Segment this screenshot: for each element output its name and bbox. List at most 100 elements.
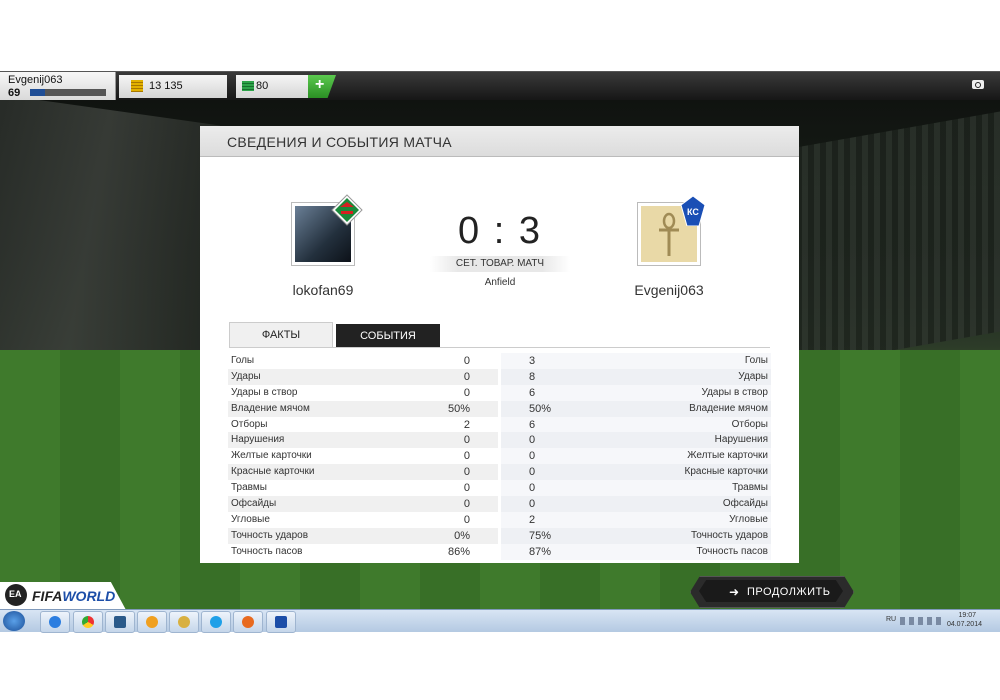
stat-value-home: 0 (463, 498, 470, 511)
stat-value-home: 0 (463, 466, 470, 479)
coins-value: 13 135 (149, 80, 183, 92)
camera-icon[interactable] (972, 80, 984, 89)
stat-label-home: Отборы (231, 418, 268, 430)
tray-date[interactable]: 04.07.2014 (947, 621, 982, 628)
stat-value-away: 2 (529, 513, 536, 526)
level-progress-bar (30, 89, 106, 96)
stat-value-home: 0% (454, 529, 470, 542)
stat-label-away: Точность ударов (690, 529, 768, 541)
stat-value-away: 75% (529, 529, 552, 542)
stat-value-home: 2 (463, 418, 470, 431)
stat-value-away: 6 (529, 386, 536, 399)
tray-language[interactable]: RU (886, 616, 896, 623)
stat-row: Отборы 2 6 Отборы (228, 416, 771, 433)
world-label: WORLD (62, 588, 116, 604)
svg-text:КС: КС (687, 207, 699, 217)
stat-value-home: 0 (463, 386, 470, 399)
stat-value-home: 0 (463, 482, 470, 495)
stat-value-away: 0 (529, 482, 536, 495)
stat-row: Точность ударов 0% 75% Точность ударов (228, 527, 771, 544)
stat-row: Красные карточки 0 0 Красные карточки (228, 464, 771, 481)
taskbar-player-icon[interactable] (137, 611, 167, 633)
fifa-world-logo: EA FIFAWORLD (0, 582, 126, 610)
stat-label-home: Удары в створ (231, 386, 298, 398)
stat-value-away: 87% (529, 545, 552, 558)
system-tray: RU 19:07 04.07.2014 (886, 612, 996, 630)
fifa-label: FIFA (32, 588, 63, 604)
points-icon (242, 81, 254, 91)
taskbar-ie-icon[interactable] (40, 611, 70, 633)
match-facts-panel: СВЕДЕНИЯ И СОБЫТИЯ МАТЧА КС 0 : 3 СЕТ. Т… (200, 126, 799, 563)
stat-value-home: 86% (447, 545, 470, 558)
add-points-button[interactable]: + (308, 75, 336, 98)
stat-label-away: Голы (744, 355, 768, 366)
ea-label: EA (9, 589, 22, 599)
stat-label-away: Удары в створ (701, 386, 769, 398)
stat-value-home: 0 (463, 355, 470, 367)
stat-row-bg-away (501, 480, 771, 497)
stat-label-home: Точность ударов (231, 529, 309, 541)
stat-label-away: Владение мячом (689, 402, 768, 414)
home-team-name: lokofan69 (292, 282, 354, 298)
stat-row-bg-away (501, 368, 771, 385)
start-button[interactable] (3, 611, 25, 631)
taskbar-skype-icon[interactable] (201, 611, 231, 633)
taskbar-media-icon[interactable] (105, 611, 135, 633)
stat-row: Желтые карточки 0 0 Желтые карточки (228, 448, 771, 465)
ea-sports-icon: EA (5, 584, 27, 606)
stat-value-away: 0 (529, 450, 536, 463)
krylia-badge-icon: КС (681, 196, 705, 226)
match-score: 0 : 3 (458, 210, 542, 252)
continue-button[interactable]: ➜ ПРОДОЛЖИТЬ (690, 576, 854, 608)
lokomotiv-badge-icon (331, 194, 363, 226)
taskbar-paint-icon[interactable] (169, 611, 199, 633)
continue-button-inner: ➜ ПРОДОЛЖИТЬ (699, 580, 843, 602)
panel-header: СВЕДЕНИЯ И СОБЫТИЯ МАТЧА (200, 126, 799, 157)
stat-value-home: 0 (463, 434, 470, 447)
player-info[interactable]: Evgenij063 69 (0, 72, 116, 101)
tabs-divider (229, 347, 770, 348)
stat-row: Голы 0 3 Голы (228, 353, 771, 369)
stat-label-home: Офсайды (231, 498, 277, 510)
away-team-name: Evgenij063 (634, 282, 704, 298)
tab-events-label: СОБЫТИЯ (360, 330, 416, 342)
tray-time[interactable]: 19:07 (958, 612, 976, 619)
stat-row: Угловые 0 2 Угловые (228, 511, 771, 528)
stat-label-away: Точность пасов (696, 545, 769, 557)
player-name: Evgenij063 (8, 74, 63, 86)
stat-row: Офсайды 0 0 Офсайды (228, 496, 771, 512)
stat-value-home: 0 (463, 370, 470, 383)
tab-facts[interactable]: ФАКТЫ (229, 322, 333, 347)
match-type-bar: СЕТ. ТОВАР. МАТЧ (430, 256, 570, 272)
stat-row: Удары в створ 0 6 Удары в створ (228, 384, 771, 401)
stat-row-bg-away (501, 353, 771, 369)
stat-value-home: 50% (447, 402, 470, 415)
stat-value-away: 6 (529, 418, 536, 431)
stat-value-away: 0 (529, 498, 536, 511)
stat-label-away: Желтые карточки (687, 450, 768, 462)
tab-events[interactable]: СОБЫТИЯ (336, 324, 440, 347)
stat-label-away: Травмы (732, 482, 768, 494)
stat-row: Владение мячом 50% 50% Владение мячом (228, 400, 771, 417)
stat-value-home: 0 (463, 513, 470, 526)
fifa-world-text: FIFAWORLD (32, 588, 115, 604)
stat-label-home: Голы (231, 355, 255, 366)
tray-icons[interactable] (900, 617, 944, 625)
stat-row: Травмы 0 0 Травмы (228, 480, 771, 497)
stat-label-home: Владение мячом (231, 402, 310, 414)
level-progress-fill (30, 89, 46, 96)
stat-row: Нарушения 0 0 Нарушения (228, 432, 771, 449)
panel-title: СВЕДЕНИЯ И СОБЫТИЯ МАТЧА (227, 134, 452, 150)
taskbar-fifa-world-icon[interactable] (266, 611, 296, 633)
taskbar-firefox-icon[interactable] (233, 611, 263, 633)
stat-label-away: Красные карточки (684, 466, 768, 478)
venue: Anfield (484, 277, 516, 288)
stat-label-home: Точность пасов (231, 545, 303, 557)
match-type: СЕТ. ТОВАР. МАТЧ (455, 258, 545, 269)
plus-icon: + (315, 76, 325, 93)
stat-value-away: 3 (529, 355, 536, 367)
stat-label-away: Офсайды (722, 498, 768, 510)
stat-value-home: 0 (463, 450, 470, 463)
stat-value-away: 50% (529, 402, 552, 415)
taskbar-chrome-icon[interactable] (73, 611, 103, 633)
